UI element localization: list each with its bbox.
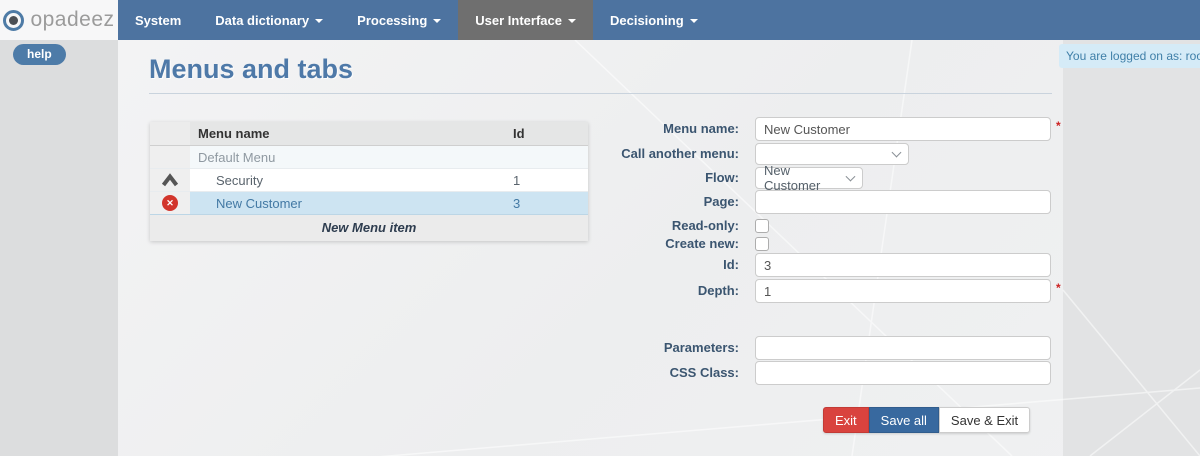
save-all-button[interactable]: Save all [868,407,939,433]
menu-name-cell[interactable]: Default Menu [190,146,505,169]
table-header-row: Menu name Id [150,122,588,146]
table-header-gutter [150,122,190,146]
row-gutter [150,169,190,192]
row-gutter: ✕ [150,192,190,215]
page-title: Menus and tabs [149,54,354,84]
read-only-label: Read-only: [671,218,739,233]
nav-item-label: Data dictionary [215,12,310,28]
page-label: Page: [703,194,739,209]
opadeez-app: opadeez System Data dictionary Processin… [0,0,1200,456]
form-row-depth: Depth: * [569,279,1079,303]
parameters-label: Parameters: [663,340,739,355]
move-up-icon[interactable] [161,172,179,188]
menu-name-label: Menu name: [663,121,739,136]
form-row-css-class: CSS Class: [569,361,1079,385]
menu-table: Menu name Id Default Menu Security 1 ✕ N… [150,122,588,241]
required-asterisk: * [1056,281,1061,295]
call-another-menu-label: Call another menu: [621,146,739,161]
form-row-page: Page: [569,190,1079,214]
chevron-down-icon [689,19,698,23]
nav-item-label: User Interface [475,12,562,28]
css-class-input[interactable] [755,361,1051,385]
depth-input[interactable] [755,279,1051,303]
help-button[interactable]: help [13,44,66,65]
form-row-read-only: Read-only: [569,218,1079,234]
nav-item-label: System [135,12,182,28]
depth-label: Depth: [697,283,739,298]
delete-icon[interactable]: ✕ [162,195,178,211]
nav-item-processing[interactable]: Processing [340,0,458,40]
chevron-down-icon [891,147,902,157]
form-row-parameters: Parameters: [569,336,1079,360]
read-only-checkbox[interactable] [755,219,769,233]
css-class-label: CSS Class: [669,365,739,380]
menu-edit-form: Menu name: * Call another menu: Flow: Ne… [569,40,1079,456]
nav-item-label: Decisioning [609,12,684,28]
menu-name-input[interactable] [755,117,1051,141]
main-area: help You are logged on as: root Menus an… [0,40,1200,456]
select-value: New Customer [764,163,821,193]
table-row-default-menu[interactable]: Default Menu [150,146,588,169]
form-row-create-new: Create new: [569,236,1079,252]
left-gutter-panel [0,40,118,456]
create-new-checkbox[interactable] [755,237,769,251]
nav-item-user-interface[interactable]: User Interface [458,0,593,40]
form-actions: Exit Save all Save & Exit [823,407,1031,433]
table-row-new-customer[interactable]: ✕ New Customer 3 [150,192,588,215]
save-and-exit-button[interactable]: Save & Exit [938,407,1031,433]
right-gutter-panel [1063,40,1200,456]
flow-label: Flow: [705,170,739,185]
new-menu-item-link[interactable]: New Menu item [150,215,588,241]
column-header-menu-name: Menu name [190,122,505,146]
required-asterisk: * [1056,119,1061,133]
nav-item-data-dictionary[interactable]: Data dictionary [198,0,340,40]
call-another-menu-select[interactable] [755,143,909,165]
exit-button[interactable]: Exit [823,407,869,433]
chevron-down-icon [315,19,324,23]
form-row-flow: Flow: New Customer [569,163,1079,193]
nav-item-decisioning[interactable]: Decisioning [593,0,715,40]
nav-item-label: Processing [357,12,428,28]
nav-menu: System Data dictionary Processing User I… [118,0,715,40]
chevron-down-icon [567,19,576,23]
form-row-menu-name: Menu name: * [569,117,1079,141]
chevron-down-icon [433,19,442,23]
login-status-badge: You are logged on as: root [1059,44,1200,68]
menu-name-cell[interactable]: New Customer [190,192,505,215]
table-row-security[interactable]: Security 1 [150,169,588,192]
nav-item-system[interactable]: System [118,0,198,40]
flow-select[interactable]: New Customer [755,163,863,193]
id-label: Id: [723,257,739,272]
page-input[interactable] [755,190,1051,214]
menu-name-cell[interactable]: Security [190,169,505,192]
brand-logo[interactable]: opadeez [0,0,118,40]
id-input[interactable] [755,253,1051,277]
create-new-label: Create new: [665,236,739,251]
form-row-id: Id: [569,253,1079,277]
top-navbar: opadeez System Data dictionary Processin… [0,0,1200,40]
brand-logo-icon [3,9,25,31]
row-gutter [150,146,190,169]
brand-name: opadeez [30,8,115,31]
parameters-input[interactable] [755,336,1051,360]
